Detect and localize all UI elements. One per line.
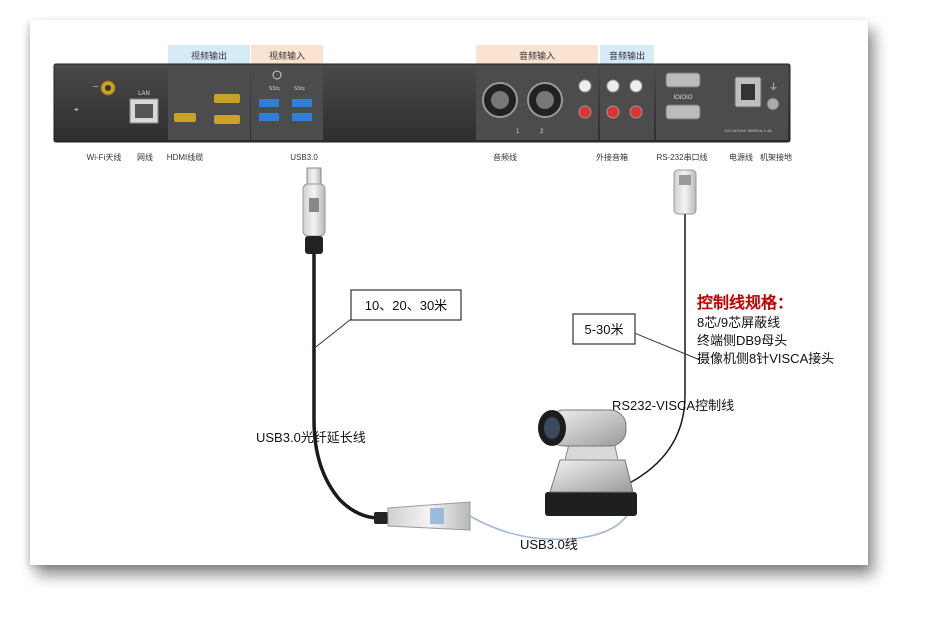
section-label-audio-out: 音频输出 xyxy=(609,50,645,61)
rs232-length-leader xyxy=(631,331,701,361)
power-rating-mark: 100-240VAC 50/60Hz 1.4A xyxy=(724,128,772,133)
hdmi-in-port-2-icon xyxy=(214,115,240,124)
usb-short-cable-label: USB3.0线 xyxy=(520,537,578,552)
usb-plug-tip-icon xyxy=(306,167,322,185)
wifi-symbol-icon: ⌔ xyxy=(92,84,100,93)
usb-port-2-icon xyxy=(259,113,279,121)
port-label-wifi: Wi-Fi天线 xyxy=(87,152,122,162)
rca-out-red-b-icon xyxy=(629,105,643,119)
port-label-rs232: RS-232串口线 xyxy=(656,152,707,162)
section-label-audio-in: 音频输入 xyxy=(519,50,555,61)
connection-diagram: 视频输出 视频输入 音频输入 音频输出 ⌔ ⌖ LAN SS⇆ SS⇆ 1 2 … xyxy=(53,45,834,552)
usb-port-4-icon xyxy=(292,113,312,121)
hdmi-in-port-1-icon xyxy=(214,94,240,103)
rca-in-red-icon xyxy=(578,105,592,119)
db9-port-2-icon xyxy=(665,104,701,120)
lan-mark: LAN xyxy=(138,91,150,97)
ptz-camera-icon xyxy=(538,409,637,516)
connector-strain-relief-top xyxy=(305,236,323,254)
rca-in-white-icon xyxy=(578,79,592,93)
port-label-usb: USB3.0 xyxy=(290,153,318,162)
section-label-video-in: 视频输入 xyxy=(269,50,305,61)
usb-length-leader xyxy=(311,315,356,351)
visca-cable-label: RS232-VISCA控制线 xyxy=(612,398,734,413)
reset-icon: ⌖ xyxy=(74,105,79,114)
rca-out-red-a-icon xyxy=(606,105,620,119)
port-label-audio-line: 音频线 xyxy=(493,152,517,162)
spec-title: 控制线规格： xyxy=(697,293,793,312)
port-label-speaker: 外接音箱 xyxy=(596,152,628,162)
audio-out-area xyxy=(600,66,654,140)
fiber-cable-label: USB3.0光纤延长线 xyxy=(256,430,366,445)
usb-length-callout-text: 10、20、30米 xyxy=(365,298,447,313)
port-label-hdmi: HDMI线缆 xyxy=(167,152,203,162)
rca-out-white-a-icon xyxy=(606,79,620,93)
usb-mark-a: SS⇆ xyxy=(269,86,280,92)
section-label-video-out: 视频输出 xyxy=(191,50,227,61)
db9-port-1-icon xyxy=(665,72,701,88)
port-label-lan: 网线 xyxy=(137,152,153,162)
usb-mark-b: SS⇆ xyxy=(294,86,305,92)
spec-line-1: 8芯/9芯屏蔽线 xyxy=(697,315,780,330)
ground-terminal-icon xyxy=(766,97,780,111)
rs232-length-callout-text: 5-30米 xyxy=(584,322,623,337)
spec-line-3: 摄像机侧8针VISCA接头 xyxy=(697,351,834,366)
ground-symbol-icon: ⏚ xyxy=(769,82,778,92)
hdmi-out-port-icon xyxy=(174,113,196,122)
usb-port-3-icon xyxy=(292,99,312,107)
serial-dots-icon: IOIOIO xyxy=(673,95,692,101)
port-label-power: 电源线 xyxy=(729,152,753,162)
port-label-ground: 机架接地 xyxy=(760,152,792,162)
rca-out-white-b-icon xyxy=(629,79,643,93)
usb-port-1-icon xyxy=(259,99,279,107)
spec-line-2: 终端侧DB9母头 xyxy=(697,333,787,348)
fiber-usb-connector-bottom-icon xyxy=(387,501,471,531)
